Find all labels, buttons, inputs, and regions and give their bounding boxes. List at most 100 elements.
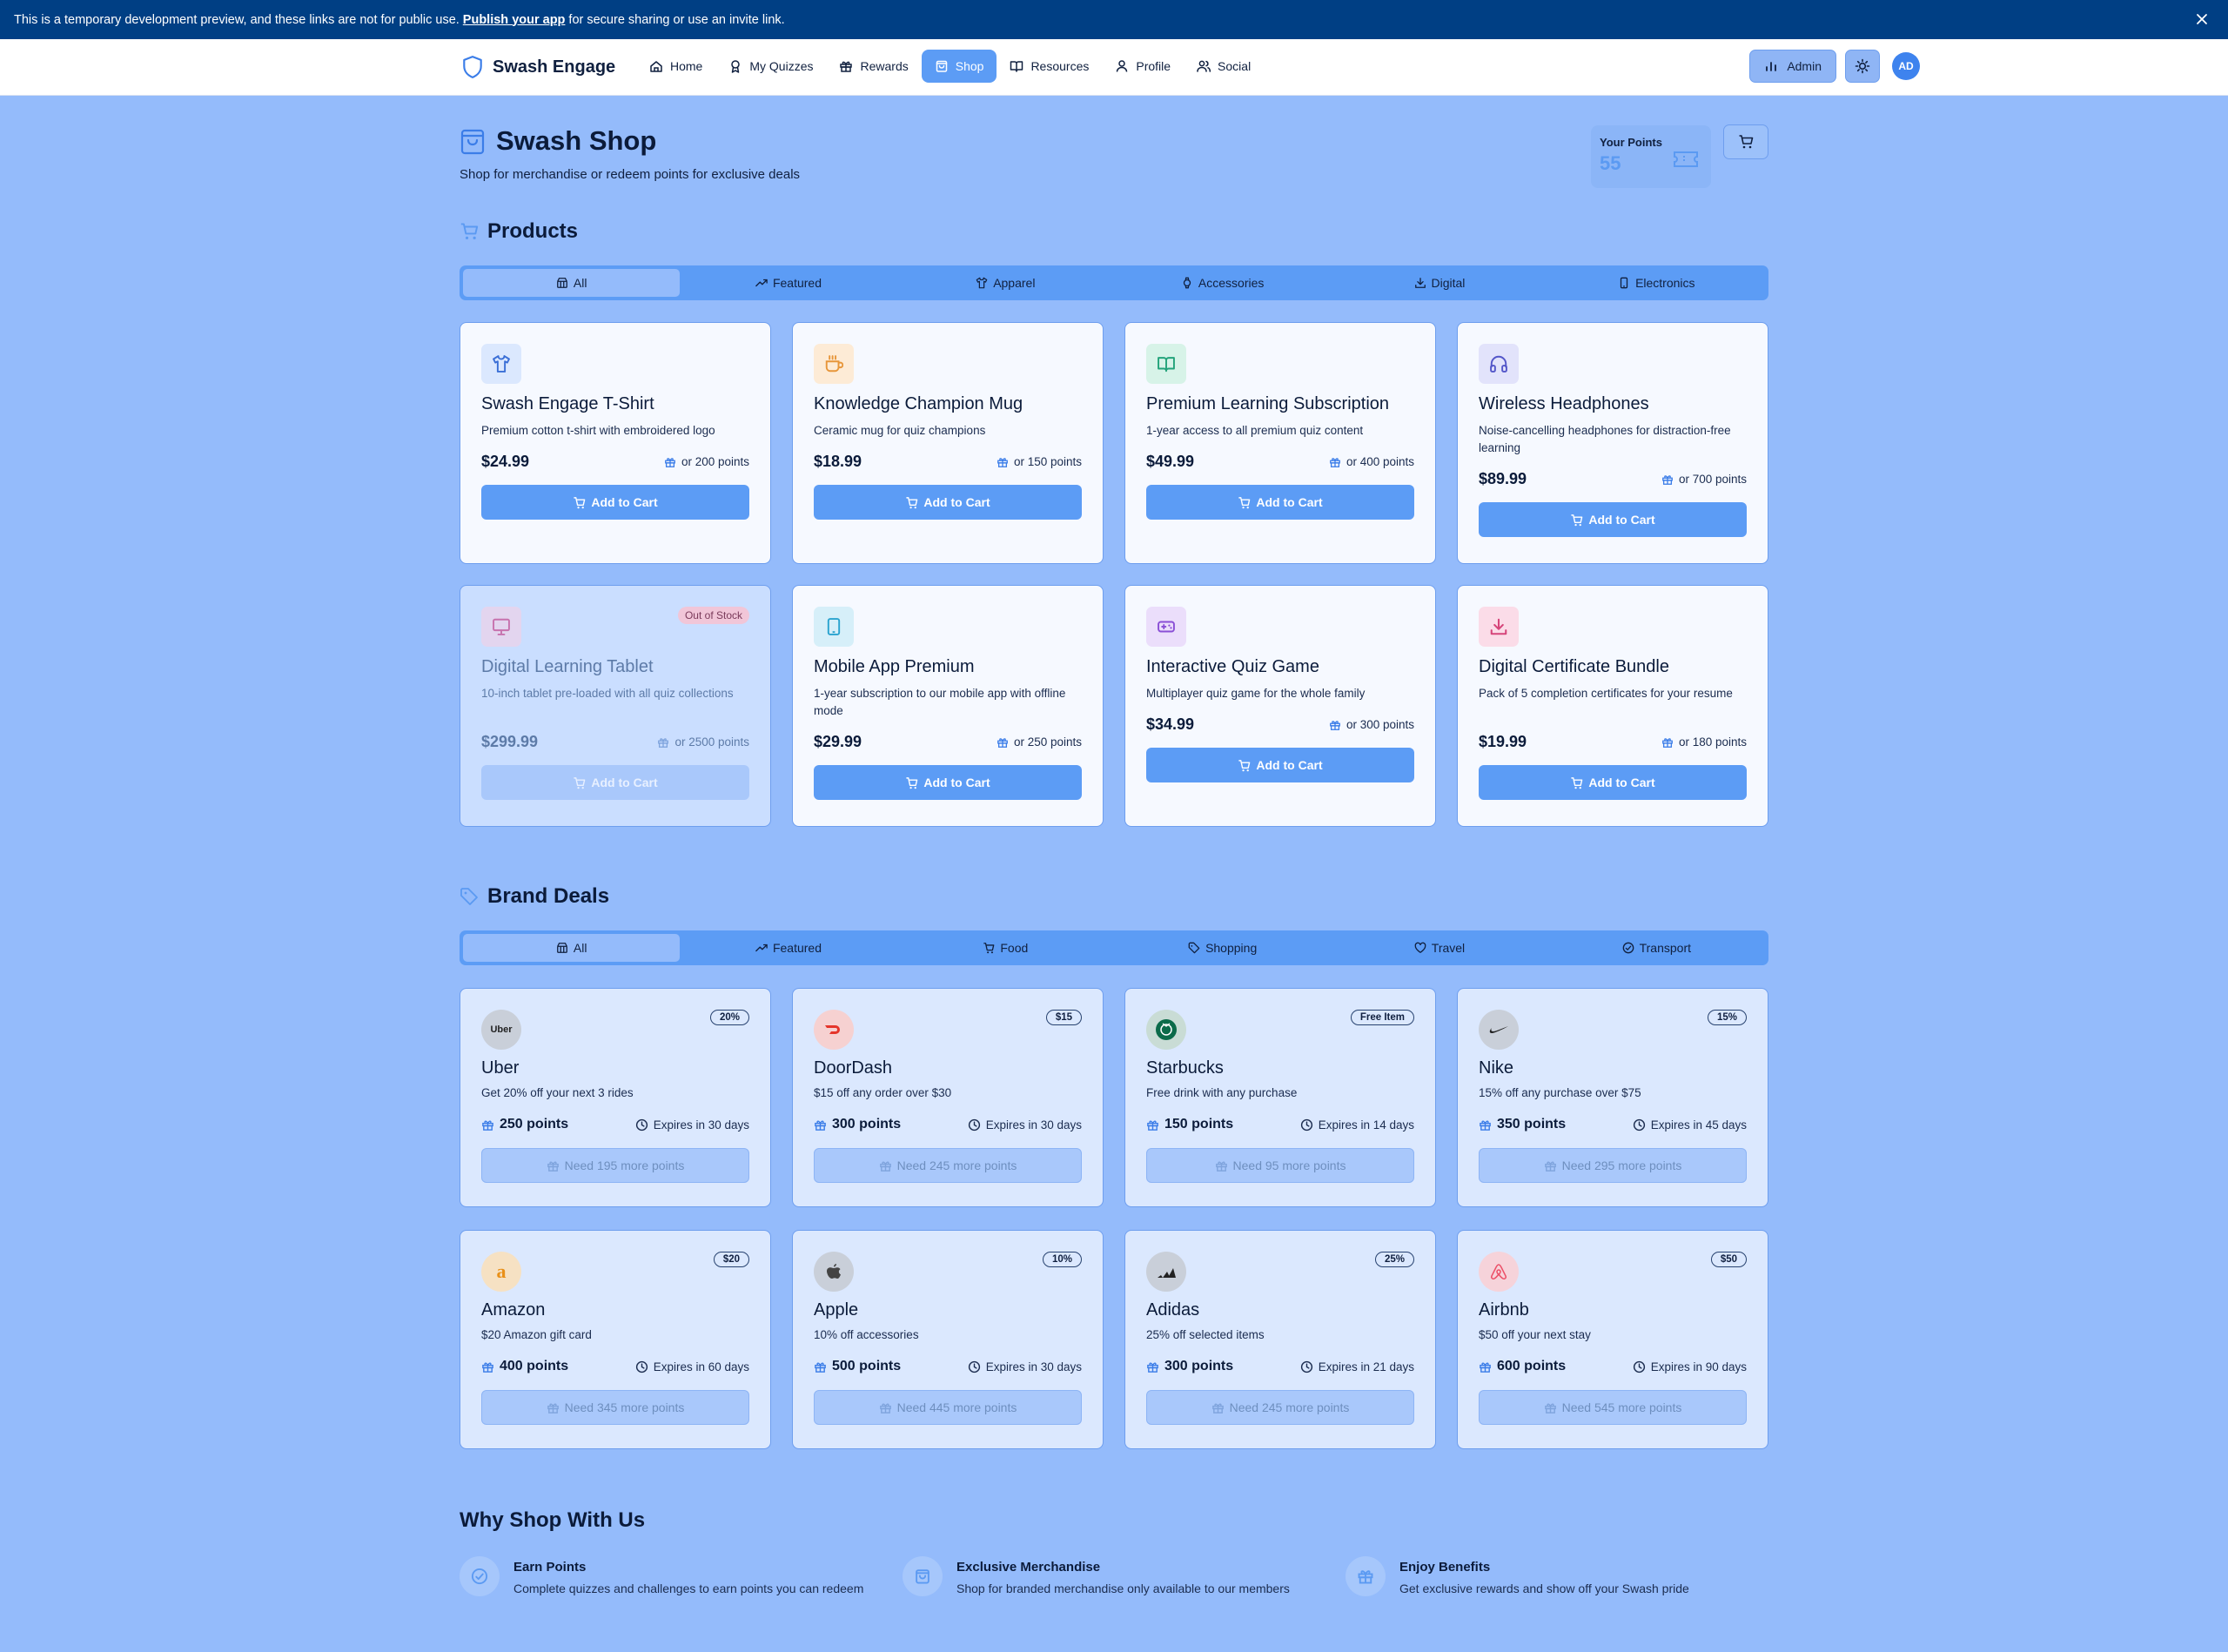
clock-icon — [968, 1360, 981, 1373]
out-of-stock-badge: Out of Stock — [677, 607, 749, 624]
clock-icon — [1300, 1360, 1313, 1373]
tab-featured[interactable]: Featured — [680, 934, 896, 962]
products-heading-text: Products — [487, 219, 579, 243]
redeem-button: Need 545 more points — [1479, 1390, 1747, 1425]
cart-icon — [1570, 776, 1583, 789]
deal-points-text: 150 points — [1164, 1117, 1234, 1132]
cart-icon — [905, 776, 918, 789]
product-price: $89.99 — [1479, 470, 1527, 487]
gift-icon — [1661, 473, 1674, 486]
tab-featured[interactable]: Featured — [680, 269, 896, 297]
deal-expiry: Expires in 30 days — [968, 1118, 1082, 1132]
feature-title: Exclusive Merchandise — [956, 1560, 1101, 1575]
nav-item-home[interactable]: Home — [636, 50, 715, 83]
tab-food[interactable]: Food — [897, 934, 1114, 962]
cart-icon — [983, 942, 995, 954]
product-card: Premium Learning Subscription 1-year acce… — [1124, 322, 1436, 564]
admin-button[interactable]: Admin — [1749, 50, 1836, 83]
avatar[interactable]: AD — [1892, 52, 1920, 80]
deal-grid: Uber 20% Uber Get 20% off your next 3 rides… — [460, 988, 1768, 1449]
gift-icon — [1146, 1118, 1159, 1132]
close-icon[interactable] — [2193, 10, 2211, 28]
tab-all[interactable]: All — [463, 934, 681, 962]
nav-item-social[interactable]: Social — [1184, 50, 1264, 83]
deal-expiry: Expires in 21 days — [1300, 1360, 1414, 1373]
tab-digital[interactable]: Digital — [1331, 269, 1547, 297]
brand[interactable]: Swash Engage — [461, 55, 615, 79]
product-card: Interactive Quiz Game Multiplayer quiz ga… — [1124, 585, 1436, 827]
deal-description: Free drink with any purchase — [1146, 1086, 1298, 1099]
tab-accessories[interactable]: Accessories — [1114, 269, 1331, 297]
product-description: 1-year access to all premium quiz conten… — [1146, 424, 1364, 437]
add-to-cart-button[interactable]: Add to Cart — [1479, 502, 1747, 537]
tab-shopping[interactable]: Shopping — [1114, 934, 1331, 962]
redeem-button-label: Need 95 more points — [1232, 1158, 1346, 1172]
uber-logo: Uber — [481, 1010, 521, 1050]
deal-info-row: 600 points Expires in 90 days — [1479, 1359, 1747, 1374]
discount-badge: 20% — [709, 1010, 749, 1025]
logo-text: a — [496, 1260, 507, 1282]
add-to-cart-button[interactable]: Add to Cart — [481, 485, 749, 520]
product-name: Mobile App Premium — [814, 657, 975, 676]
tab-transport[interactable]: Transport — [1548, 934, 1765, 962]
nav-item-my-quizzes[interactable]: My Quizzes — [715, 50, 826, 83]
deal-points: 400 points — [481, 1359, 568, 1374]
tab-label: Food — [1000, 941, 1029, 955]
price-row: $19.99 or 180 points — [1479, 733, 1747, 751]
nav-item-profile[interactable]: Profile — [1102, 50, 1184, 83]
deal-points: 600 points — [1479, 1359, 1566, 1374]
cart-icon — [1570, 514, 1583, 527]
add-to-cart-button[interactable]: Add to Cart — [1146, 485, 1414, 520]
theme-toggle[interactable] — [1845, 50, 1880, 83]
add-to-cart-button[interactable]: Add to Cart — [814, 765, 1082, 800]
nav-item-label: Profile — [1136, 59, 1171, 73]
deal-brand-name: Uber — [481, 1058, 520, 1078]
points-price-text: or 180 points — [1678, 735, 1747, 749]
tab-all[interactable]: All — [463, 269, 681, 297]
watch-icon — [1181, 277, 1193, 289]
shirt-icon — [481, 344, 521, 384]
points-price-text: or 2500 points — [674, 735, 749, 749]
page-subtitle: Shop for merchandise or redeem points fo… — [460, 167, 801, 182]
deal-points: 250 points — [481, 1117, 568, 1132]
coffee-icon — [814, 344, 854, 384]
add-to-cart-label: Add to Cart — [1588, 776, 1655, 789]
redeem-button: Need 245 more points — [1146, 1390, 1414, 1425]
starbucks-logo — [1146, 1010, 1186, 1050]
add-to-cart-button[interactable]: Add to Cart — [1479, 765, 1747, 800]
gift-icon — [814, 1360, 827, 1373]
tab-label: All — [573, 276, 587, 290]
price-row: $34.99 or 300 points — [1146, 715, 1414, 734]
tab-electronics[interactable]: Electronics — [1548, 269, 1765, 297]
publish-link[interactable]: Publish your app — [463, 13, 566, 27]
why-heading: Why Shop With Us — [460, 1508, 646, 1532]
product-card: Swash Engage T-Shirt Premium cotton t-shi… — [460, 322, 771, 564]
product-price: $29.99 — [814, 733, 862, 750]
product-description: Multiplayer quiz game for the whole fami… — [1146, 687, 1366, 700]
points-price-text: or 150 points — [1013, 455, 1082, 468]
deal-expiry-text: Expires in 21 days — [1318, 1360, 1414, 1373]
add-to-cart-button[interactable]: Add to Cart — [1146, 748, 1414, 782]
cart-button[interactable] — [1723, 124, 1768, 159]
nav-item-resources[interactable]: Resources — [997, 50, 1102, 83]
cart-icon — [905, 496, 918, 509]
banner-text: This is a temporary development preview,… — [14, 12, 460, 27]
product-description: Premium cotton t-shirt with embroidered … — [481, 424, 715, 437]
tab-apparel[interactable]: Apparel — [897, 269, 1114, 297]
nav-item-rewards[interactable]: Rewards — [826, 50, 921, 83]
tab-label: Featured — [772, 941, 822, 955]
deal-info-row: 150 points Expires in 14 days — [1146, 1117, 1414, 1132]
clock-icon — [635, 1118, 648, 1132]
deal-card: Uber 20% Uber Get 20% off your next 3 rides… — [460, 988, 771, 1207]
add-to-cart-label: Add to Cart — [591, 776, 658, 789]
product-grid: Swash Engage T-Shirt Premium cotton t-shi… — [460, 322, 1768, 827]
clock-icon — [968, 1118, 981, 1132]
nav-item-shop[interactable]: Shop — [921, 50, 997, 83]
grid-icon — [556, 942, 568, 954]
add-to-cart-button[interactable]: Add to Cart — [814, 485, 1082, 520]
gift-icon — [1329, 719, 1341, 731]
tab-travel[interactable]: Travel — [1331, 934, 1547, 962]
feature-description: Shop for branded merchandise only availa… — [956, 1581, 1290, 1595]
points-price: or 2500 points — [657, 735, 749, 749]
redeem-button-label: Need 245 more points — [1229, 1400, 1350, 1414]
